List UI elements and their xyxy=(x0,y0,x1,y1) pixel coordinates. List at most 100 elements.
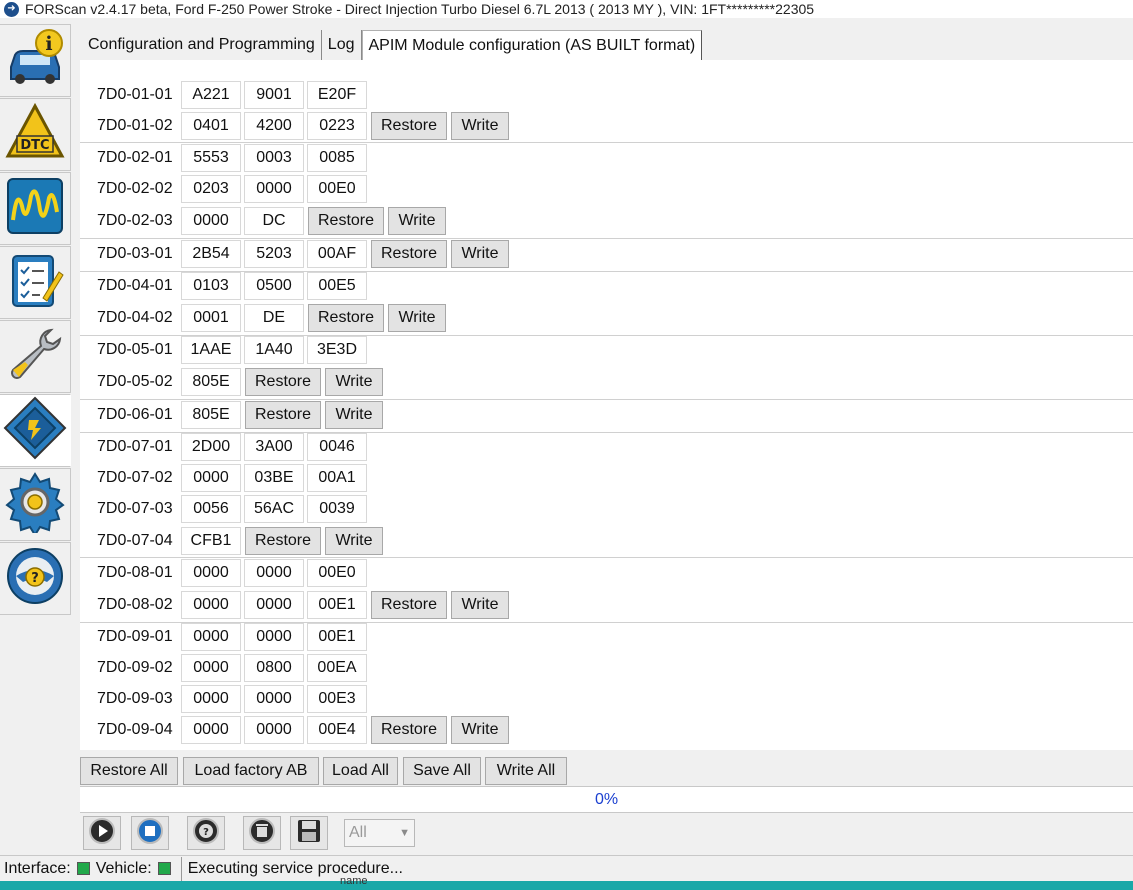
stop-button[interactable] xyxy=(131,816,169,850)
help-icon: ? xyxy=(5,546,65,611)
hex-value-field[interactable]: DE xyxy=(244,304,304,332)
restore-button[interactable]: Restore xyxy=(371,591,447,619)
hex-value-field[interactable]: 0003 xyxy=(244,144,304,172)
hex-value-field[interactable]: 0056 xyxy=(181,495,241,523)
hex-value-field[interactable]: 0000 xyxy=(181,464,241,492)
hex-value-field[interactable]: 0000 xyxy=(244,716,304,744)
sidebar-item-wrench[interactable] xyxy=(0,320,71,393)
hex-value-field[interactable]: 0800 xyxy=(244,654,304,682)
restore-button[interactable]: Restore xyxy=(371,112,447,140)
save-all-button[interactable]: Save All xyxy=(403,757,481,785)
hex-value-field[interactable]: 56AC xyxy=(244,495,304,523)
hex-value-field[interactable]: 0000 xyxy=(244,591,304,619)
hex-value-field[interactable]: 0000 xyxy=(181,685,241,713)
hex-value-field[interactable]: 0000 xyxy=(181,559,241,587)
hex-value-field[interactable]: 0500 xyxy=(244,272,304,300)
write-button[interactable]: Write xyxy=(388,304,446,332)
lifebuoy-button[interactable]: ? xyxy=(187,816,225,850)
write-button[interactable]: Write xyxy=(388,207,446,235)
hex-value-field[interactable]: 3A00 xyxy=(244,433,304,461)
hex-value-field[interactable]: 00AF xyxy=(307,240,367,268)
hex-value-field[interactable]: 00E3 xyxy=(307,685,367,713)
hex-value-field[interactable]: 0000 xyxy=(244,559,304,587)
tab-1[interactable]: Log xyxy=(321,30,362,60)
hex-value-field[interactable]: 03BE xyxy=(244,464,304,492)
restore-button[interactable]: Restore xyxy=(308,304,384,332)
hex-value-field[interactable]: 0000 xyxy=(181,591,241,619)
save-button[interactable] xyxy=(290,816,328,850)
restore-all-button[interactable]: Restore All xyxy=(80,757,178,785)
hex-value-field[interactable]: 00E0 xyxy=(307,559,367,587)
hex-value-field[interactable]: 0203 xyxy=(181,175,241,203)
sidebar-item-checklist[interactable] xyxy=(0,246,71,319)
restore-button[interactable]: Restore xyxy=(245,527,321,555)
hex-value-field[interactable]: 0000 xyxy=(181,716,241,744)
hex-value-field[interactable]: 0000 xyxy=(181,654,241,682)
restore-button[interactable]: Restore xyxy=(245,368,321,396)
hex-value-field[interactable]: 00E1 xyxy=(307,591,367,619)
load-factory-ab-button[interactable]: Load factory AB xyxy=(183,757,319,785)
row-label: 7D0-08-02 xyxy=(97,596,173,613)
hex-value-field[interactable]: 0223 xyxy=(307,112,367,140)
hex-value-field[interactable]: 5203 xyxy=(244,240,304,268)
hex-value-field[interactable]: 00E1 xyxy=(307,623,367,651)
write-button[interactable]: Write xyxy=(451,716,509,744)
hex-value-field[interactable]: 0000 xyxy=(244,175,304,203)
hex-value-field[interactable]: 0401 xyxy=(181,112,241,140)
hex-value-field[interactable]: 0039 xyxy=(307,495,367,523)
write-button[interactable]: Write xyxy=(451,591,509,619)
hex-value-field[interactable]: 805E xyxy=(181,401,241,429)
hex-value-field[interactable]: 00A1 xyxy=(307,464,367,492)
hex-value-field[interactable]: 00E0 xyxy=(307,175,367,203)
hex-value-field[interactable]: 805E xyxy=(181,368,241,396)
write-button[interactable]: Write xyxy=(325,527,383,555)
sidebar-item-dtc[interactable]: DTC xyxy=(0,98,71,171)
sidebar-item-oscilloscope[interactable] xyxy=(0,172,71,245)
hex-value-field[interactable]: 00E5 xyxy=(307,272,367,300)
hex-value-field[interactable]: 1A40 xyxy=(244,336,304,364)
hex-value-field[interactable]: 4200 xyxy=(244,112,304,140)
progress-bar: 0% xyxy=(80,786,1133,813)
hex-value-field[interactable]: 00EA xyxy=(307,654,367,682)
write-button[interactable]: Write xyxy=(451,240,509,268)
tab-2[interactable]: APIM Module configuration (AS BUILT form… xyxy=(361,30,703,60)
restore-button[interactable]: Restore xyxy=(308,207,384,235)
restore-button[interactable]: Restore xyxy=(245,401,321,429)
trash-button[interactable] xyxy=(243,816,281,850)
hex-value-field[interactable]: 0000 xyxy=(181,623,241,651)
hex-value-field[interactable]: 2B54 xyxy=(181,240,241,268)
hex-value-field[interactable]: 2D00 xyxy=(181,433,241,461)
hex-value-field[interactable]: 0001 xyxy=(181,304,241,332)
hex-value-field[interactable]: 0046 xyxy=(307,433,367,461)
write-button[interactable]: Write xyxy=(325,368,383,396)
write-button[interactable]: Write xyxy=(325,401,383,429)
sidebar-item-vehicle-info[interactable]: i xyxy=(0,24,71,97)
hex-value-field[interactable]: 0000 xyxy=(244,685,304,713)
hex-value-field[interactable]: 0000 xyxy=(181,207,241,235)
hex-value-field[interactable]: A221 xyxy=(181,81,241,109)
hex-value-field[interactable]: 0103 xyxy=(181,272,241,300)
sidebar-item-settings-gear[interactable] xyxy=(0,468,71,541)
sidebar-item-module-config[interactable] xyxy=(0,394,71,467)
restore-button[interactable]: Restore xyxy=(371,240,447,268)
hex-value-field[interactable]: 9001 xyxy=(244,81,304,109)
hex-value-field[interactable]: DC xyxy=(244,207,304,235)
vehicle-label: Vehicle: xyxy=(95,859,152,877)
restore-button[interactable]: Restore xyxy=(371,716,447,744)
hex-value-field[interactable]: 3E3D xyxy=(307,336,367,364)
hex-value-field[interactable]: E20F xyxy=(307,81,367,109)
sidebar-item-help[interactable]: ? xyxy=(0,542,71,615)
play-button[interactable] xyxy=(83,816,121,850)
filter-select[interactable]: All ▼ xyxy=(344,819,415,847)
write-button[interactable]: Write xyxy=(451,112,509,140)
hex-value-field[interactable]: 00E4 xyxy=(307,716,367,744)
hex-value-field[interactable]: CFB1 xyxy=(181,527,241,555)
hex-value-field[interactable]: 0085 xyxy=(307,144,367,172)
hex-value-field[interactable]: 1AAE xyxy=(181,336,241,364)
row-group-divider xyxy=(80,142,1133,143)
hex-value-field[interactable]: 0000 xyxy=(244,623,304,651)
tab-0[interactable]: Configuration and Programming xyxy=(82,30,322,60)
load-all-button[interactable]: Load All xyxy=(323,757,398,785)
hex-value-field[interactable]: 5553 xyxy=(181,144,241,172)
write-all-button[interactable]: Write All xyxy=(485,757,567,785)
